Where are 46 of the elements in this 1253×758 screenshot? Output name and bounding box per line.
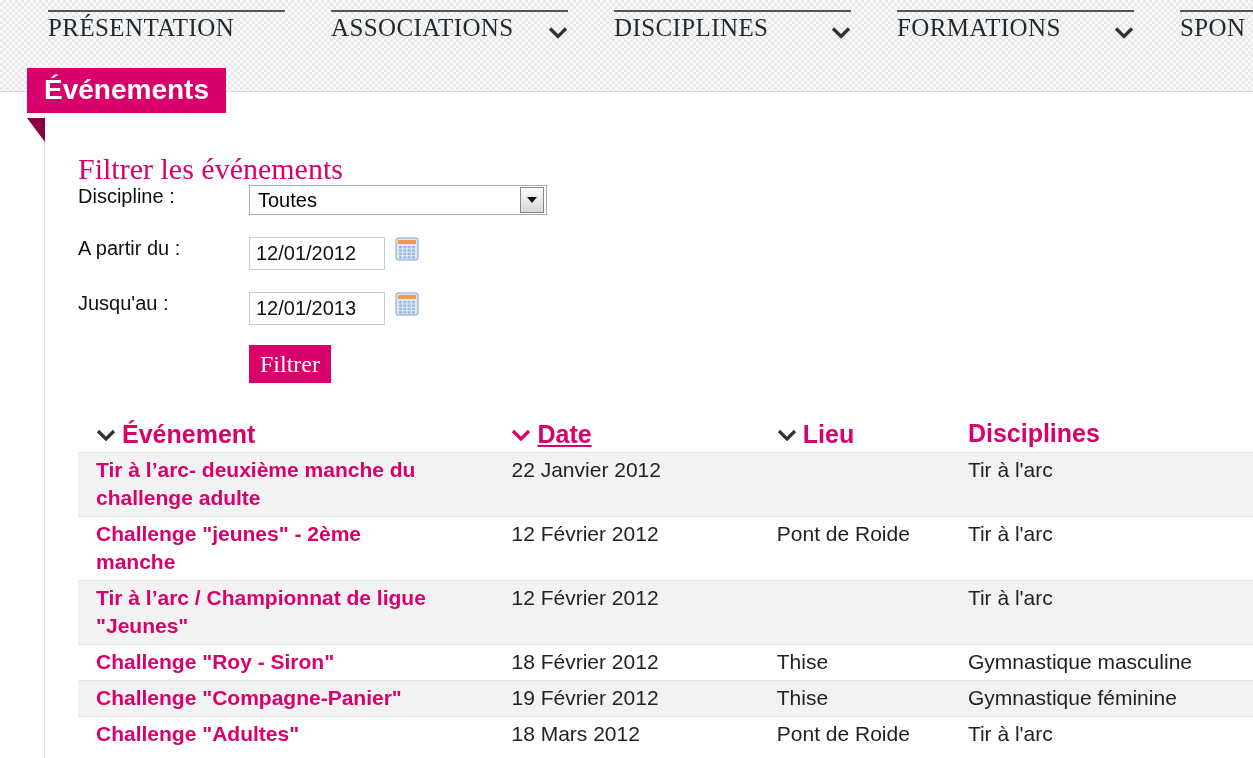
field-label: Jusqu'au : bbox=[78, 292, 170, 315]
chevron-down-icon bbox=[831, 25, 851, 39]
field-label: Discipline : bbox=[78, 185, 176, 208]
table-cell: 18 Mars 2012 bbox=[511, 722, 640, 745]
event-link[interactable]: Challenge "Roy - Siron" bbox=[96, 648, 441, 676]
chevron-down-icon bbox=[548, 25, 568, 39]
discipline-dropdown[interactable]: Toutes bbox=[249, 185, 547, 215]
filter-button[interactable]: Filtrer bbox=[249, 345, 331, 383]
calendar-icon[interactable] bbox=[395, 237, 419, 261]
column-header[interactable]: Événement bbox=[122, 420, 256, 450]
nav-item[interactable]: DISCIPLINES bbox=[614, 10, 851, 42]
table-cell: 22 Janvier 2012 bbox=[511, 458, 661, 481]
nav-item[interactable]: SPON bbox=[1180, 10, 1253, 42]
chevron-down-icon bbox=[511, 428, 532, 441]
field-label: A partir du : bbox=[78, 237, 182, 260]
table-cell: Tir à l'arc bbox=[967, 458, 1053, 481]
table-cell: Tir à l'arc bbox=[967, 522, 1053, 545]
table-cell: Gymnastique féminine bbox=[967, 686, 1177, 709]
event-link[interactable]: Challenge "Adultes" bbox=[96, 720, 441, 748]
column-header[interactable]: Lieu bbox=[802, 420, 855, 450]
filter-title: Filtrer les événements bbox=[78, 151, 344, 185]
chevron-down-icon bbox=[1114, 25, 1134, 39]
chevron-down-icon bbox=[776, 428, 797, 441]
column-header: Disciplines bbox=[967, 419, 1100, 447]
column-header[interactable]: Date bbox=[537, 420, 592, 450]
table-cell: Tir à l'arc bbox=[967, 586, 1053, 609]
table-cell: 12 Février 2012 bbox=[511, 586, 659, 609]
table-cell: 19 Février 2012 bbox=[511, 686, 659, 709]
table-cell: Tir à l'arc bbox=[967, 722, 1053, 745]
nav-item[interactable]: PRÉSENTATION bbox=[48, 10, 285, 42]
table-cell: Gymnastique masculine bbox=[967, 650, 1192, 673]
table-cell: Pont de Roide bbox=[776, 522, 910, 545]
nav-item[interactable]: ASSOCIATIONS bbox=[331, 10, 568, 42]
table-cell: Thise bbox=[776, 686, 829, 709]
chevron-down-icon bbox=[96, 428, 116, 441]
date-field[interactable]: 12/01/2012 bbox=[249, 237, 385, 270]
table-cell: 12 Février 2012 bbox=[511, 522, 659, 545]
date-field[interactable]: 12/01/2013 bbox=[249, 292, 385, 325]
table-cell: Pont de Roide bbox=[776, 722, 910, 745]
ribbon-fold bbox=[27, 118, 45, 142]
table-cell: 18 Février 2012 bbox=[511, 650, 659, 673]
event-link[interactable]: Challenge "jeunes" - 2ème manche bbox=[96, 520, 441, 576]
dropdown-arrow-icon[interactable] bbox=[527, 197, 537, 203]
table-cell: Thise bbox=[776, 650, 829, 673]
calendar-icon[interactable] bbox=[395, 292, 419, 316]
nav-item[interactable]: FORMATIONS bbox=[897, 10, 1134, 42]
